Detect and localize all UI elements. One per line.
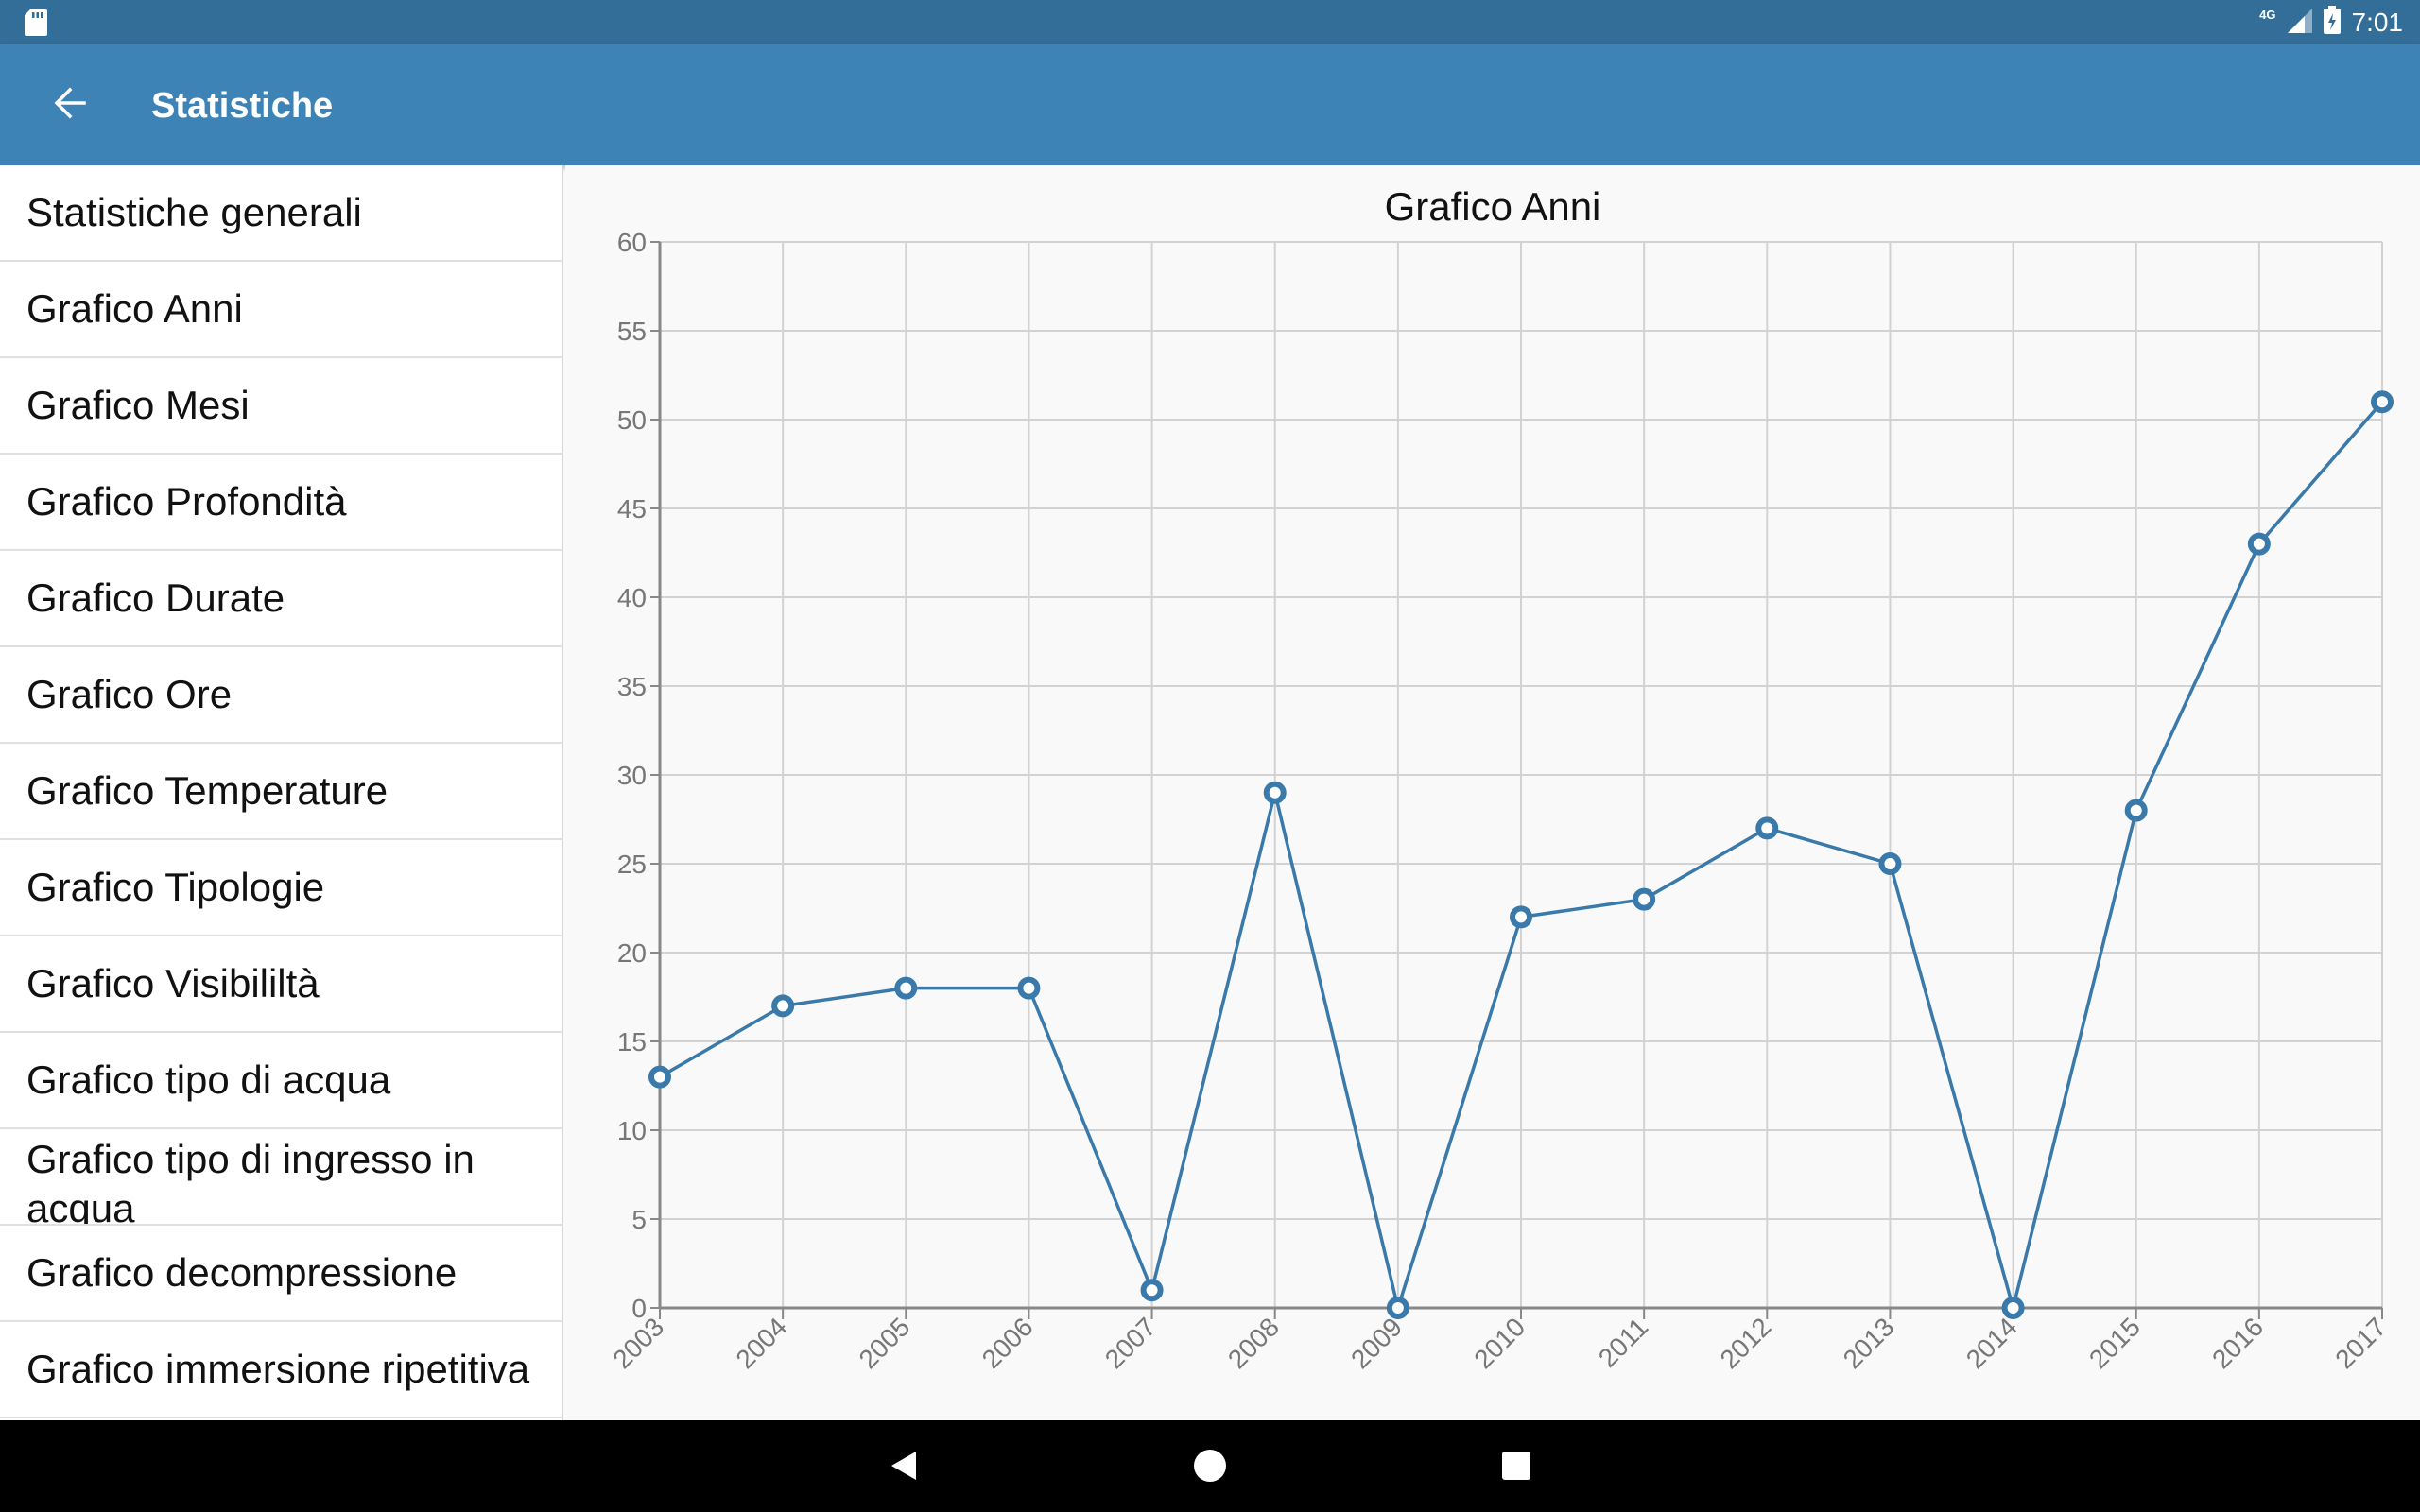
sidebar-item-label: Grafico Temperature	[26, 768, 389, 813]
data-point[interactable]	[1510, 905, 1532, 929]
sidebar-item-grafico-profondita[interactable]: Grafico Profondità	[0, 455, 562, 551]
page-title: Statistiche	[151, 86, 334, 126]
sidebar-item-grafico-immersione-ripetitiva[interactable]: Grafico immersione ripetitiva	[0, 1322, 562, 1418]
sidebar-item-grafico-visibilita[interactable]: Grafico Visibililtà	[0, 936, 562, 1033]
home-circle-icon	[1193, 1449, 1227, 1487]
sidebar-item-statistiche-generali[interactable]: Statistiche generali	[0, 165, 562, 262]
y-tick-label: 30	[617, 761, 647, 790]
x-tick-label: 2012	[1715, 1312, 1777, 1374]
navigation-bar	[0, 1420, 2420, 1512]
sidebar-item-grafico-temperature[interactable]: Grafico Temperature	[0, 744, 562, 840]
back-button[interactable]	[34, 69, 106, 141]
sidebar-item-label: Grafico Anni	[26, 286, 243, 331]
app-bar: Statistiche	[0, 44, 2420, 165]
x-tick-label: 2016	[2206, 1312, 2269, 1374]
y-tick-label: 25	[617, 850, 647, 879]
data-point[interactable]	[648, 1065, 671, 1089]
sidebar-item-grafico-tipologie[interactable]: Grafico Tipologie	[0, 840, 562, 936]
back-triangle-icon	[890, 1450, 918, 1486]
recents-square-icon	[1501, 1451, 1531, 1486]
sidebar-item-grafico-decompressione[interactable]: Grafico decompressione	[0, 1226, 562, 1322]
x-tick-label: 2013	[1838, 1312, 1900, 1374]
sidebar-item-label: Statistiche generali	[26, 190, 362, 234]
data-point[interactable]	[894, 976, 918, 1000]
data-point[interactable]	[1263, 781, 1287, 804]
x-tick-label: 2003	[607, 1312, 669, 1374]
y-tick-label: 35	[617, 672, 647, 701]
nav-back-button[interactable]	[873, 1437, 934, 1498]
y-tick-label: 15	[617, 1027, 647, 1057]
x-tick-label: 2009	[1345, 1312, 1408, 1374]
sidebar-item-label: Grafico tipo di acqua	[26, 1057, 391, 1102]
x-tick-label: 2006	[977, 1312, 1039, 1374]
data-point[interactable]	[1386, 1297, 1409, 1319]
sidebar-item-label: Grafico Tipologie	[26, 865, 325, 909]
sidebar-item-grafico-ore[interactable]: Grafico Ore	[0, 647, 562, 744]
x-tick-label: 2008	[1222, 1312, 1285, 1374]
x-tick-label: 2010	[1468, 1312, 1530, 1374]
clock: 7:01	[2351, 7, 2404, 37]
sidebar-item-label: Grafico Visibililtà	[26, 961, 320, 1005]
x-tick-label: 2007	[1099, 1312, 1162, 1374]
nav-recents-button[interactable]	[1486, 1437, 1547, 1498]
data-point[interactable]	[1017, 976, 1041, 1000]
x-tick-label: 2005	[854, 1312, 916, 1374]
data-point[interactable]	[2247, 532, 2271, 556]
sd-card-icon	[25, 9, 47, 41]
network-type-label: 4G	[2259, 8, 2276, 22]
signal-icon	[2287, 7, 2312, 38]
status-icons: 4G 7:01	[2259, 6, 2403, 39]
line-chart[interactable]: 0510152025303540455055602003 2004 2005 2006…	[565, 165, 2420, 1420]
sidebar-item-label: Grafico tipo di ingresso in acqua	[26, 1137, 475, 1226]
sidebar-item-label: Grafico immersione ripetitiva	[26, 1347, 530, 1391]
y-tick-label: 50	[617, 405, 647, 435]
x-tick-label: 2011	[1593, 1312, 1654, 1373]
y-tick-label: 55	[617, 317, 647, 346]
sidebar-item-grafico-durate[interactable]: Grafico Durate	[0, 551, 562, 647]
x-tick-label: 2015	[2083, 1312, 2146, 1374]
data-point[interactable]	[2001, 1297, 2025, 1319]
data-point[interactable]	[1878, 852, 1902, 875]
y-tick-label: 40	[617, 583, 647, 612]
x-tick-label: 2004	[730, 1312, 792, 1374]
chart-panel: Grafico Anni 0 5 10 15 20 25 30 35 40 45 50 55 60 200…	[565, 165, 2420, 1420]
data-point[interactable]	[1755, 816, 1779, 840]
sidebar-item-grafico-anni[interactable]: Grafico Anni	[0, 262, 562, 358]
x-tick-label: 2017	[2329, 1312, 2392, 1374]
y-tick-label: 45	[617, 494, 647, 524]
data-point[interactable]	[771, 994, 795, 1018]
sidebar: Statistiche generali Grafico Anni Grafic…	[0, 165, 563, 1420]
sidebar-item-label: Grafico decompressione	[26, 1250, 458, 1295]
sidebar-item-label: Grafico Durate	[26, 576, 285, 620]
x-tick-label: 2014	[1961, 1312, 2023, 1374]
sidebar-item-label: Grafico Mesi	[26, 383, 250, 427]
data-point[interactable]	[2124, 799, 2148, 822]
data-point[interactable]	[1140, 1279, 1164, 1302]
data-point[interactable]	[2371, 390, 2394, 414]
arrow-left-icon	[54, 87, 86, 124]
sidebar-item-label: Grafico Ore	[26, 672, 233, 716]
status-bar: 4G 7:01	[0, 0, 2420, 44]
sidebar-item-grafico-tipo-di-ingresso[interactable]: Grafico tipo di ingresso in acqua	[0, 1129, 562, 1226]
y-tick-label: 20	[617, 938, 647, 968]
battery-charging-icon	[2323, 6, 2341, 39]
sidebar-item-label: Grafico Profondità	[26, 479, 347, 524]
y-tick-label: 60	[617, 228, 647, 257]
sidebar-item-grafico-mesi[interactable]: Grafico Mesi	[0, 358, 562, 455]
data-point[interactable]	[1633, 887, 1656, 911]
sidebar-item-grafico-tipo-di-acqua[interactable]: Grafico tipo di acqua	[0, 1033, 562, 1129]
nav-home-button[interactable]	[1180, 1437, 1240, 1498]
y-tick-label: 5	[631, 1205, 647, 1234]
y-tick-label: 10	[617, 1116, 647, 1145]
